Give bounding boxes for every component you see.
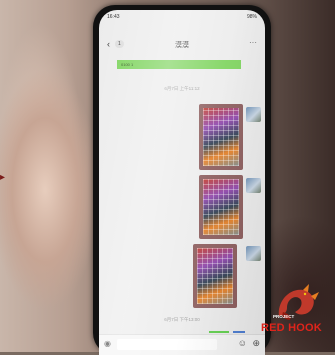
chat-header: ‹ 1 漠漠 ··· — [99, 36, 265, 54]
image-message[interactable] — [199, 104, 243, 170]
user-avatar[interactable] — [246, 178, 261, 193]
watermark-red-hook: RED HOOK — [261, 322, 322, 334]
crossword-image — [203, 179, 239, 235]
dragon-logo-icon — [278, 284, 319, 320]
red-hook-watermark: PROJECT RED HOOK — [259, 282, 331, 346]
more-options-icon[interactable]: ··· — [249, 38, 257, 47]
sent-message-bubble[interactable]: 0100 1 — [117, 60, 241, 69]
voice-icon[interactable]: ◉ — [104, 339, 111, 348]
watermark-project: PROJECT — [273, 314, 295, 319]
crossword-image — [197, 248, 233, 304]
back-arrow-icon[interactable]: ‹ — [107, 39, 110, 49]
user-avatar[interactable] — [246, 107, 261, 122]
red-arrow-icon: ▸ — [0, 172, 6, 183]
message-input[interactable] — [117, 339, 217, 350]
unread-count-badge[interactable]: 1 — [115, 40, 124, 48]
status-battery: 98% — [246, 14, 257, 20]
chat-screen: 16:43 98% ‹ 1 漠漠 ··· 0100 1 6月7日 上午11:12… — [99, 10, 265, 355]
image-message[interactable] — [193, 244, 237, 308]
green-strip — [209, 331, 229, 333]
emoji-icon[interactable]: ☺ — [238, 338, 247, 348]
crossword-image — [203, 108, 239, 166]
smartphone: 16:43 98% ‹ 1 漠漠 ··· 0100 1 6月7日 上午11:12… — [93, 5, 271, 355]
blue-strip — [233, 331, 245, 333]
message-timestamp: 6月7日 下午13:00 — [164, 317, 200, 322]
user-avatar[interactable] — [246, 246, 261, 261]
image-message[interactable] — [199, 175, 243, 239]
status-bar: 16:43 98% — [99, 10, 265, 24]
status-time: 16:43 — [107, 14, 120, 20]
chat-title: 漠漠 — [175, 42, 189, 49]
message-timestamp: 6月7日 上午11:12 — [164, 86, 200, 91]
